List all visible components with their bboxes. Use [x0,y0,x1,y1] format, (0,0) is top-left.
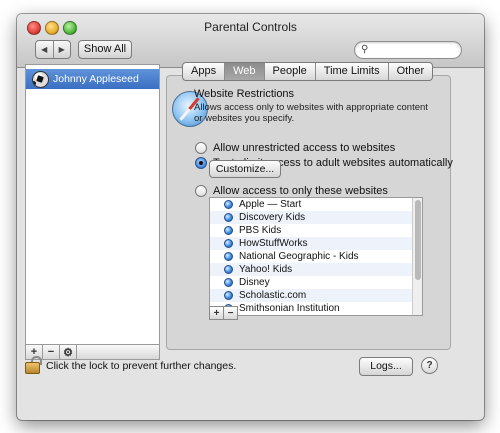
radio-unrestricted[interactable]: Allow unrestricted access to websites [195,142,395,154]
back-forward-control: ◀ ▶ [35,40,71,59]
help-button[interactable]: ? [421,357,438,374]
list-item[interactable]: HowStuffWorks [210,237,422,250]
remove-website-button[interactable]: − [224,306,238,320]
allowed-websites-list[interactable]: Apple — Start Discovery Kids PBS Kids Ho… [209,197,423,316]
radio-button[interactable] [195,142,207,154]
customize-button[interactable]: Customize... [209,160,281,178]
search-input[interactable] [373,43,457,56]
soccer-ball-icon [32,71,49,88]
list-item[interactable]: Apple — Start [210,198,422,211]
site-name: HowStuffWorks [239,238,308,249]
show-all-button[interactable]: Show All [78,40,132,59]
site-name: Apple — Start [239,199,302,210]
site-name: Discovery Kids [239,212,306,223]
forward-button[interactable]: ▶ [52,41,71,58]
site-name: Yahoo! Kids [239,264,293,275]
account-item[interactable]: Johnny Appleseed [26,69,159,89]
site-name: Smithsonian Institution [239,303,340,314]
account-list[interactable]: Johnny Appleseed [25,64,160,350]
search-icon: ⚲ [361,44,369,55]
globe-icon [224,252,233,261]
site-name: Scholastic.com [239,290,307,301]
section-heading: Website Restrictions [194,88,295,100]
tab-other[interactable]: Other [387,63,433,80]
site-rows: Apple — Start Discovery Kids PBS Kids Ho… [210,198,422,315]
list-scrollbar[interactable] [412,198,422,315]
radio-only-these[interactable]: Allow access to only these websites [195,185,388,197]
tab-time-limits[interactable]: Time Limits [314,63,388,80]
site-name: National Geographic - Kids [239,251,359,262]
back-button[interactable]: ◀ [36,41,53,58]
tab-web[interactable]: Web [224,63,264,80]
remove-account-button[interactable]: − [43,345,60,359]
lock-icon[interactable] [25,356,42,374]
radio-label: Allow unrestricted access to websites [213,142,396,154]
search-field[interactable]: ⚲ [354,41,462,59]
globe-icon [224,226,233,235]
scrollbar-thumb[interactable] [415,200,421,280]
account-name: Johnny Appleseed [53,73,139,85]
chevron-right-icon: ▶ [58,45,65,54]
gear-icon: ⚙ [63,346,73,359]
globe-icon [224,265,233,274]
list-item[interactable]: Disney [210,276,422,289]
globe-icon [224,239,233,248]
tab-bar: Apps Web People Time Limits Other [182,62,434,81]
site-name: PBS Kids [239,225,282,236]
title-bar: Parental Controls ◀ ▶ Show All ⚲ [17,14,484,68]
globe-icon [224,291,233,300]
globe-icon [224,213,233,222]
window-title: Parental Controls [204,20,297,34]
list-item[interactable]: Smithsonian Institution [210,302,422,315]
tab-people[interactable]: People [263,63,315,80]
lock-status-text: Click the lock to prevent further change… [46,360,237,372]
radio-button[interactable] [195,185,207,197]
add-website-button[interactable]: + [209,306,224,320]
site-name: Disney [239,277,270,288]
section-description: Allows access only to websites with appr… [194,102,428,124]
website-list-toolbar: + − [209,306,238,320]
radio-label: Allow access to only these websites [213,185,388,197]
list-item[interactable]: Yahoo! Kids [210,263,422,276]
logs-button[interactable]: Logs... [359,357,413,376]
account-list-toolbar: + − ⚙ [25,344,160,360]
list-item[interactable]: Scholastic.com [210,289,422,302]
globe-icon [224,200,233,209]
list-item[interactable]: Discovery Kids [210,211,422,224]
list-item[interactable]: National Geographic - Kids [210,250,422,263]
radio-button[interactable] [195,157,207,169]
tab-apps[interactable]: Apps [183,63,224,80]
globe-icon [224,278,233,287]
list-item[interactable]: PBS Kids [210,224,422,237]
chevron-left-icon: ◀ [41,45,48,54]
account-action-button[interactable]: ⚙ [60,345,77,359]
